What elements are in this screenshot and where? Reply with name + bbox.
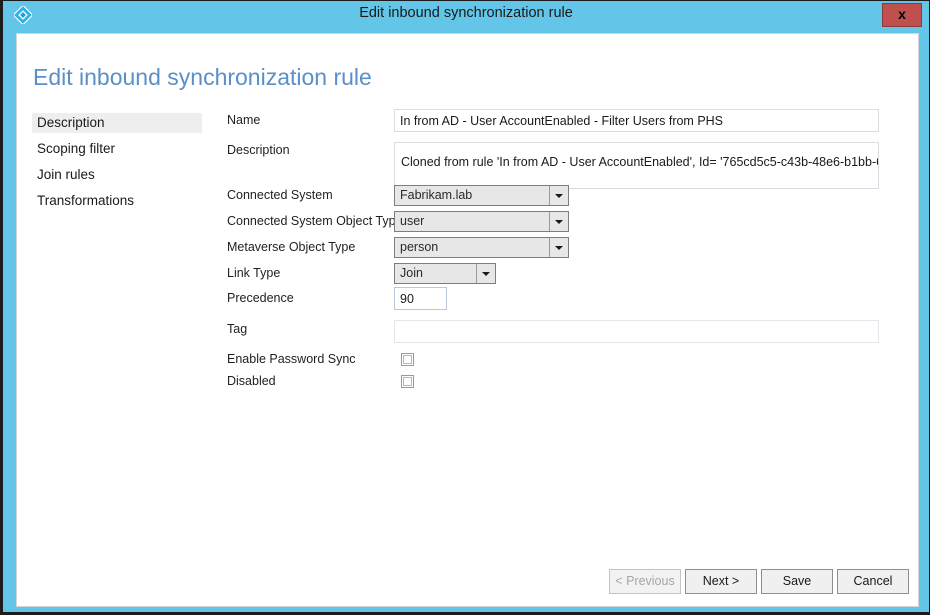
chevron-down-icon	[476, 264, 495, 283]
previous-button[interactable]: < Previous	[609, 569, 681, 594]
chevron-down-icon	[549, 238, 568, 257]
close-button[interactable]: x	[882, 3, 922, 27]
disabled-label: Disabled	[227, 374, 276, 388]
metaverse-object-type-dropdown[interactable]: person	[394, 237, 569, 258]
chevron-down-icon	[549, 186, 568, 205]
connected-system-object-type-value: user	[400, 214, 425, 228]
title-bar: Edit inbound synchronization rule x	[3, 1, 929, 28]
metaverse-object-type-value: person	[400, 240, 439, 254]
name-label: Name	[227, 113, 261, 127]
tag-label: Tag	[227, 322, 248, 336]
enable-password-sync-label: Enable Password Sync	[227, 352, 356, 366]
link-type-label: Link Type	[227, 266, 281, 280]
save-button[interactable]: Save	[761, 569, 833, 594]
description-textarea[interactable]: Cloned from rule 'In from AD - User Acco…	[394, 142, 879, 189]
connected-system-value: Fabrikam.lab	[400, 188, 473, 202]
tag-input[interactable]	[394, 320, 879, 343]
link-type-value: Join	[400, 266, 423, 280]
enable-password-sync-checkbox[interactable]	[401, 353, 414, 366]
chevron-down-icon	[549, 212, 568, 231]
connected-system-dropdown[interactable]: Fabrikam.lab	[394, 185, 569, 206]
connected-system-object-type-label: Connected System Object Type	[227, 214, 403, 228]
rule-form: Name Description Cloned from rule 'In fr…	[17, 34, 918, 606]
connected-system-label: Connected System	[227, 188, 333, 202]
edit-sync-rule-window: Edit inbound synchronization rule x Edit…	[0, 0, 930, 615]
precedence-label: Precedence	[227, 291, 294, 305]
precedence-input[interactable]	[394, 287, 447, 310]
name-input[interactable]	[394, 109, 879, 132]
description-label: Description	[227, 143, 290, 157]
disabled-checkbox[interactable]	[401, 375, 414, 388]
cancel-button[interactable]: Cancel	[837, 569, 909, 594]
connected-system-object-type-dropdown[interactable]: user	[394, 211, 569, 232]
metaverse-object-type-label: Metaverse Object Type	[227, 240, 356, 254]
link-type-dropdown[interactable]: Join	[394, 263, 496, 284]
next-button[interactable]: Next >	[685, 569, 757, 594]
window-title: Edit inbound synchronization rule	[359, 5, 573, 21]
dialog-client-area: Edit inbound synchronization rule Descri…	[16, 33, 919, 607]
